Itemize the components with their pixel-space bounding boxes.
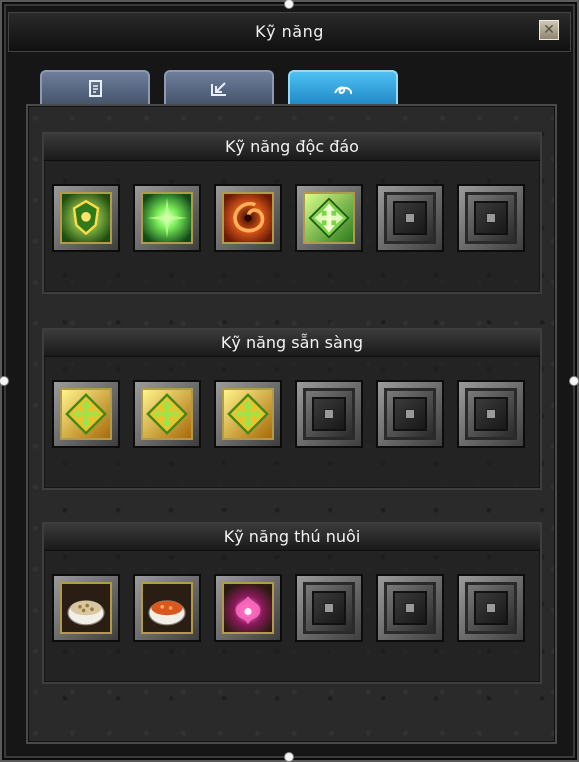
close-button[interactable]: ✕ [539,20,559,40]
skills-window: Kỹ năng ✕ Kỹ năng độc đáo Kỹ năng sẵn sà… [0,0,579,762]
empty-skill-slot[interactable] [376,184,444,252]
section-title: Kỹ năng độc đáo [44,134,540,161]
gold-arrows-skill-icon [224,390,272,438]
skill-slot-2[interactable] [133,574,201,642]
grain-bowl-item-icon [62,584,110,632]
green-shield-skill-icon [62,194,110,242]
pink-flower-skill-icon [224,584,272,632]
empty-skill-slot[interactable] [457,380,525,448]
skill-slot-4[interactable] [295,184,363,252]
resize-handle-left[interactable] [0,376,9,386]
skill-slot-2[interactable] [133,380,201,448]
title-bar[interactable]: Kỹ năng ✕ [8,12,571,52]
resize-handle-bottom[interactable] [284,752,294,762]
green-burst-skill-icon [143,194,191,242]
skill-slot-3[interactable] [214,380,282,448]
section-title: Kỹ năng thú nuôi [44,524,540,551]
tab-skills[interactable] [288,70,398,106]
empty-skill-slot[interactable] [376,574,444,642]
section-pet-skills: Kỹ năng thú nuôi [42,522,542,684]
empty-skill-slot[interactable] [376,380,444,448]
skill-slot-3[interactable] [214,574,282,642]
skill-slot-1[interactable] [52,380,120,448]
green-arrows-skill-icon [305,194,353,242]
window-title: Kỹ năng [255,22,324,41]
resize-handle-right[interactable] [569,376,579,386]
swirl-skill-icon [334,86,353,95]
orange-vortex-skill-icon [224,194,272,242]
resize-handle-top[interactable] [284,0,294,9]
empty-skill-slot[interactable] [295,380,363,448]
tab-info[interactable] [40,70,150,106]
tab-equipment[interactable] [164,70,274,106]
skill-slot-2[interactable] [133,184,201,252]
empty-skill-slot[interactable] [457,184,525,252]
skill-slot-3[interactable] [214,184,282,252]
soup-bowl-item-icon [143,584,191,632]
skills-panel: Kỹ năng độc đáo Kỹ năng sẵn sàng Kỹ năng… [26,104,557,744]
section-unique-skills: Kỹ năng độc đáo [42,132,542,294]
empty-skill-slot[interactable] [457,574,525,642]
skill-slot-1[interactable] [52,574,120,642]
gold-arrows-skill-icon [62,390,110,438]
gold-arrows-skill-icon [143,390,191,438]
document-icon [89,80,102,97]
arrow-down-left-icon [211,82,226,96]
empty-skill-slot[interactable] [295,574,363,642]
skill-slot-1[interactable] [52,184,120,252]
section-title: Kỹ năng sẵn sàng [44,330,540,357]
section-ready-skills: Kỹ năng sẵn sàng [42,328,542,490]
